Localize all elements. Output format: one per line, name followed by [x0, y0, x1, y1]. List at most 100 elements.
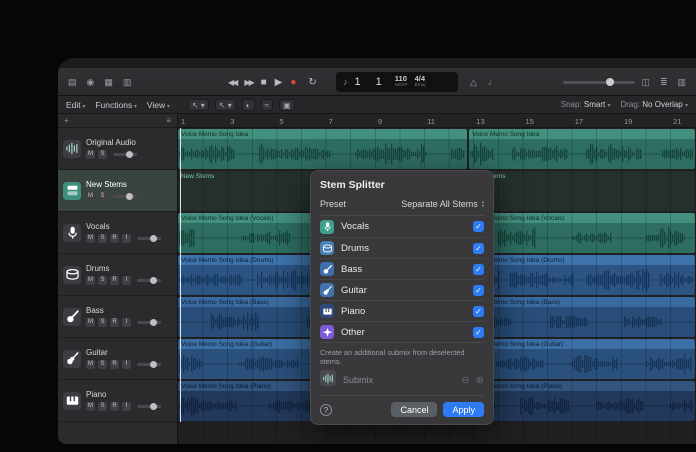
solo-button[interactable]: S: [98, 234, 107, 243]
solo-button[interactable]: S: [98, 150, 107, 159]
stem-checkbox[interactable]: ✓: [473, 284, 484, 296]
input-monitor-button[interactable]: I: [122, 276, 131, 285]
mute-button[interactable]: M: [86, 402, 95, 411]
stem-checkbox[interactable]: ✓: [473, 305, 484, 317]
stem-checkbox[interactable]: ✓: [473, 242, 484, 254]
library-icon[interactable]: ▤: [68, 74, 77, 90]
solo-button[interactable]: S: [98, 192, 107, 201]
track-header-drums[interactable]: Drums M S R I: [58, 254, 177, 296]
solo-button[interactable]: S: [98, 402, 107, 411]
preset-popup[interactable]: Separate All Stems ▴ ▾: [401, 199, 484, 209]
audio-region[interactable]: Voice Memo Song Idea (Vocals): [469, 213, 695, 253]
snap-menu[interactable]: Snap: Smart ▾: [561, 100, 611, 109]
smart-controls-icon[interactable]: ▦: [104, 74, 113, 90]
lcd-display[interactable]: ♪ 1 1 110 KEEP 4/4 Bmaj: [336, 72, 458, 92]
submix-remove-button[interactable]: ⊖: [461, 375, 469, 386]
mixer-icon[interactable]: ▥: [123, 74, 132, 90]
record-enable-button[interactable]: R: [110, 402, 119, 411]
solo-button[interactable]: S: [98, 276, 107, 285]
display-mode-icon[interactable]: ◫: [641, 74, 650, 90]
flex-time-icon[interactable]: ≈: [260, 98, 273, 111]
record-enable-button[interactable]: R: [110, 276, 119, 285]
apply-button[interactable]: Apply: [443, 402, 484, 417]
command-tool-selector[interactable]: ↖ ▾: [214, 98, 236, 111]
track-options-icon[interactable]: ≡: [166, 116, 171, 125]
mute-button[interactable]: M: [86, 150, 95, 159]
track-header-piano[interactable]: Piano M S R I: [58, 380, 177, 422]
track-header-vocals[interactable]: Vocals M S R I: [58, 212, 177, 254]
input-monitor-button[interactable]: I: [122, 402, 131, 411]
mute-button[interactable]: M: [86, 192, 95, 201]
pointer-tool-selector[interactable]: ↖ ▾: [187, 98, 209, 111]
track-volume-slider[interactable]: [113, 192, 137, 200]
cancel-button[interactable]: Cancel: [391, 402, 438, 417]
menu-view[interactable]: View ▾: [147, 100, 170, 110]
audio-region[interactable]: New Stems: [469, 171, 695, 211]
automation-icon[interactable]: ◐: [241, 98, 255, 111]
submix-add-button[interactable]: ⊕: [476, 375, 484, 386]
audio-region[interactable]: Voice Memo Song Idea: [178, 129, 467, 169]
track-volume-slider[interactable]: [137, 402, 161, 410]
tempo-value[interactable]: 110: [395, 75, 407, 83]
audio-region[interactable]: Voice Memo Song Idea: [469, 129, 695, 169]
menu-functions[interactable]: Functions ▾: [95, 100, 137, 110]
cycle-button[interactable]: ↻: [308, 77, 316, 88]
stem-checkbox[interactable]: ✓: [473, 221, 484, 232]
volume-knob[interactable]: [606, 78, 615, 86]
inspector-icon[interactable]: ◉: [87, 74, 95, 90]
mute-button[interactable]: M: [86, 318, 95, 327]
track-volume-slider[interactable]: [137, 360, 161, 368]
time-signature[interactable]: 4/4: [415, 75, 425, 83]
rewind-button[interactable]: ◀◀: [228, 78, 238, 87]
add-track-button[interactable]: +: [64, 116, 69, 125]
input-monitor-button[interactable]: I: [122, 234, 131, 243]
audio-region[interactable]: Voice Memo Song Idea (Drums): [469, 255, 695, 295]
forward-button[interactable]: ▶▶: [244, 78, 254, 87]
menu-edit[interactable]: Edit ▾: [66, 100, 85, 110]
track-volume-slider[interactable]: [137, 318, 161, 326]
metronome-icon[interactable]: △: [470, 74, 477, 90]
slider-knob[interactable]: [126, 192, 134, 200]
count-in-icon[interactable]: ♩: [488, 74, 497, 90]
play-button[interactable]: ▶: [275, 77, 283, 88]
bar-ruler[interactable]: 1 3 5 7 9 11 13 15 17 19 21: [178, 114, 696, 128]
audio-region[interactable]: Voice Memo Song Idea (Guitar): [469, 339, 695, 379]
mute-button[interactable]: M: [86, 276, 95, 285]
master-volume-slider[interactable]: [563, 78, 635, 86]
slider-knob[interactable]: [150, 276, 158, 284]
record-button[interactable]: ●: [290, 77, 296, 88]
stem-checkbox[interactable]: ✓: [473, 263, 484, 275]
help-button[interactable]: ?: [320, 403, 332, 416]
track-header-original-audio[interactable]: Original Audio M S: [58, 128, 177, 170]
input-monitor-button[interactable]: I: [122, 360, 131, 369]
audio-region[interactable]: Voice Memo Song Idea (Piano): [469, 381, 695, 421]
track-header-new-stems[interactable]: New Stems M S: [58, 170, 177, 212]
record-enable-button[interactable]: R: [110, 234, 119, 243]
playhead[interactable]: [180, 128, 181, 422]
audio-region[interactable]: Voice Memo Song Idea (Bass): [469, 297, 695, 337]
mute-button[interactable]: M: [86, 234, 95, 243]
list-editors-icon[interactable]: ≣: [660, 74, 668, 90]
slider-knob[interactable]: [150, 402, 158, 410]
slider-knob[interactable]: [150, 360, 158, 368]
drag-menu[interactable]: Drag: No Overlap ▾: [620, 100, 688, 109]
zoom-tool-icon[interactable]: ▣: [279, 98, 295, 111]
slider-knob[interactable]: [150, 318, 158, 326]
solo-button[interactable]: S: [98, 318, 107, 327]
stem-checkbox[interactable]: ✓: [473, 326, 484, 338]
input-monitor-button[interactable]: I: [122, 318, 131, 327]
record-enable-button[interactable]: R: [110, 360, 119, 369]
track-volume-slider[interactable]: [137, 234, 161, 242]
record-enable-button[interactable]: R: [110, 318, 119, 327]
track-volume-slider[interactable]: [137, 276, 161, 284]
track-volume-slider[interactable]: [113, 150, 137, 158]
slider-knob[interactable]: [150, 234, 158, 242]
slider-knob[interactable]: [126, 150, 134, 158]
playhead-position[interactable]: 1 1: [355, 76, 388, 88]
browsers-icon[interactable]: ▥: [677, 74, 686, 90]
stop-button[interactable]: ■: [261, 77, 267, 88]
track-header-guitar[interactable]: Guitar M S R I: [58, 338, 177, 380]
solo-button[interactable]: S: [98, 360, 107, 369]
mute-button[interactable]: M: [86, 360, 95, 369]
track-header-bass[interactable]: Bass M S R I: [58, 296, 177, 338]
